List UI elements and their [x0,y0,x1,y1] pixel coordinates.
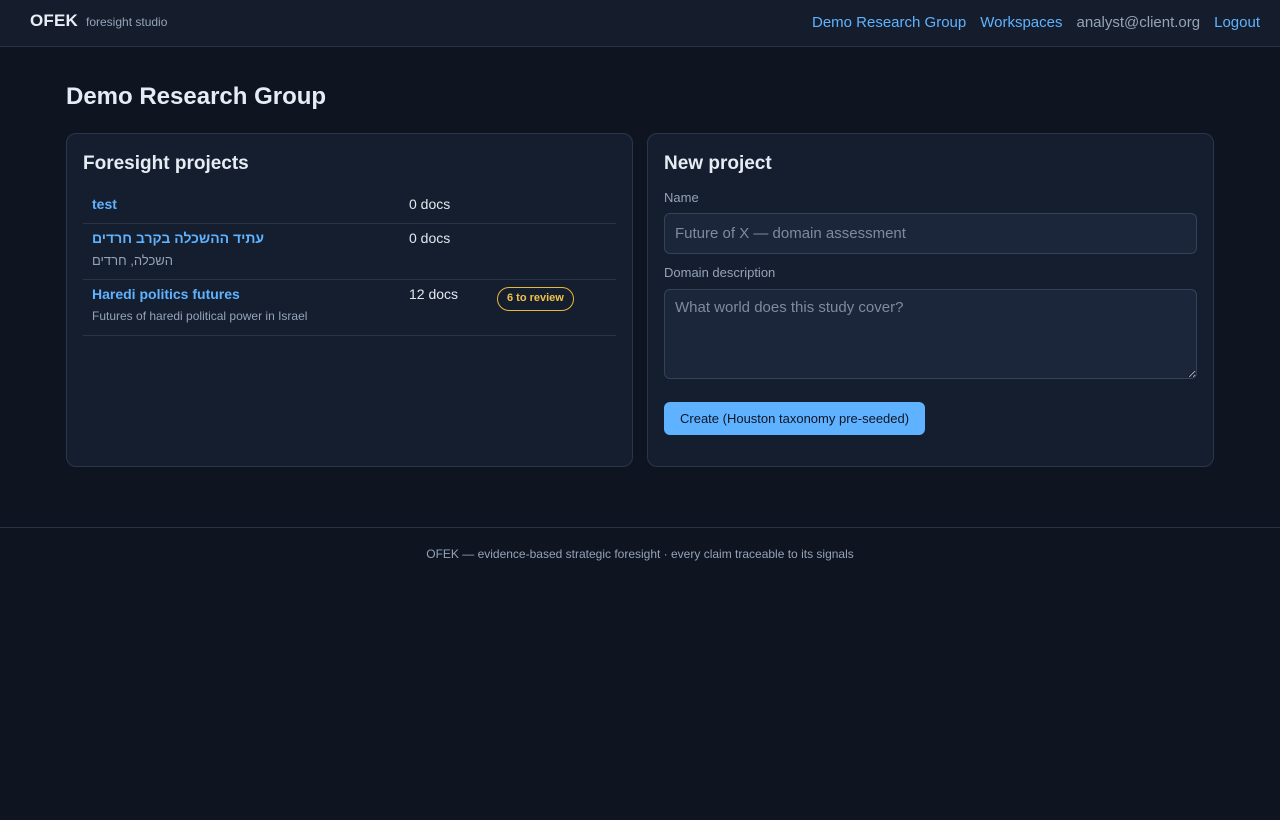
footer-divider [0,527,1280,528]
domain-description-textarea[interactable] [664,289,1197,379]
page-title: Demo Research Group [66,83,327,110]
review-badge[interactable]: 6 to review [497,287,574,311]
project-link[interactable]: test [92,196,117,212]
project-row: Haredi politics futures Futures of hared… [83,280,616,336]
brand-logo[interactable]: OFEK [30,11,78,31]
domain-description-label: Domain description [664,265,776,280]
project-doc-count: 12 docs [409,286,459,302]
projects-table: test 0 docs עתיד ההשכלה בקרב חרדים השכלה… [83,190,616,336]
project-name-input[interactable] [664,213,1197,254]
project-description: השכלה, חרדים [92,253,174,268]
create-project-button[interactable]: Create (Houston taxonomy pre-seeded) [664,402,926,435]
project-row: test 0 docs [83,190,616,224]
user-email: analyst@client.org [1076,14,1201,31]
project-link[interactable]: עתיד ההשכלה בקרב חרדים [92,230,264,246]
project-row: עתיד ההשכלה בקרב חרדים השכלה, חרדים 0 do… [83,224,616,280]
footer-text: OFEK — evidence-based strategic foresigh… [426,547,854,561]
logout-link[interactable]: Logout [1214,14,1260,31]
brand-subtitle: foresight studio [86,15,168,29]
nav-group-link[interactable]: Demo Research Group [812,14,966,31]
project-description: Futures of haredi political power in Isr… [92,309,308,323]
project-doc-count: 0 docs [409,230,451,246]
new-project-panel: New project Name Domain description Crea… [647,133,1214,467]
project-doc-count: 0 docs [409,196,451,212]
top-navigation-bar: OFEK foresight studio Demo Research Grou… [0,0,1280,47]
project-link[interactable]: Haredi politics futures [92,286,240,302]
new-project-title: New project [664,153,772,174]
top-nav: Demo Research Group Workspaces analyst@c… [812,14,1260,31]
projects-panel: Foresight projects test 0 docs עתיד ההשכ… [66,133,633,467]
name-label: Name [664,190,699,205]
nav-workspaces-link[interactable]: Workspaces [980,14,1062,31]
projects-panel-title: Foresight projects [83,153,249,174]
